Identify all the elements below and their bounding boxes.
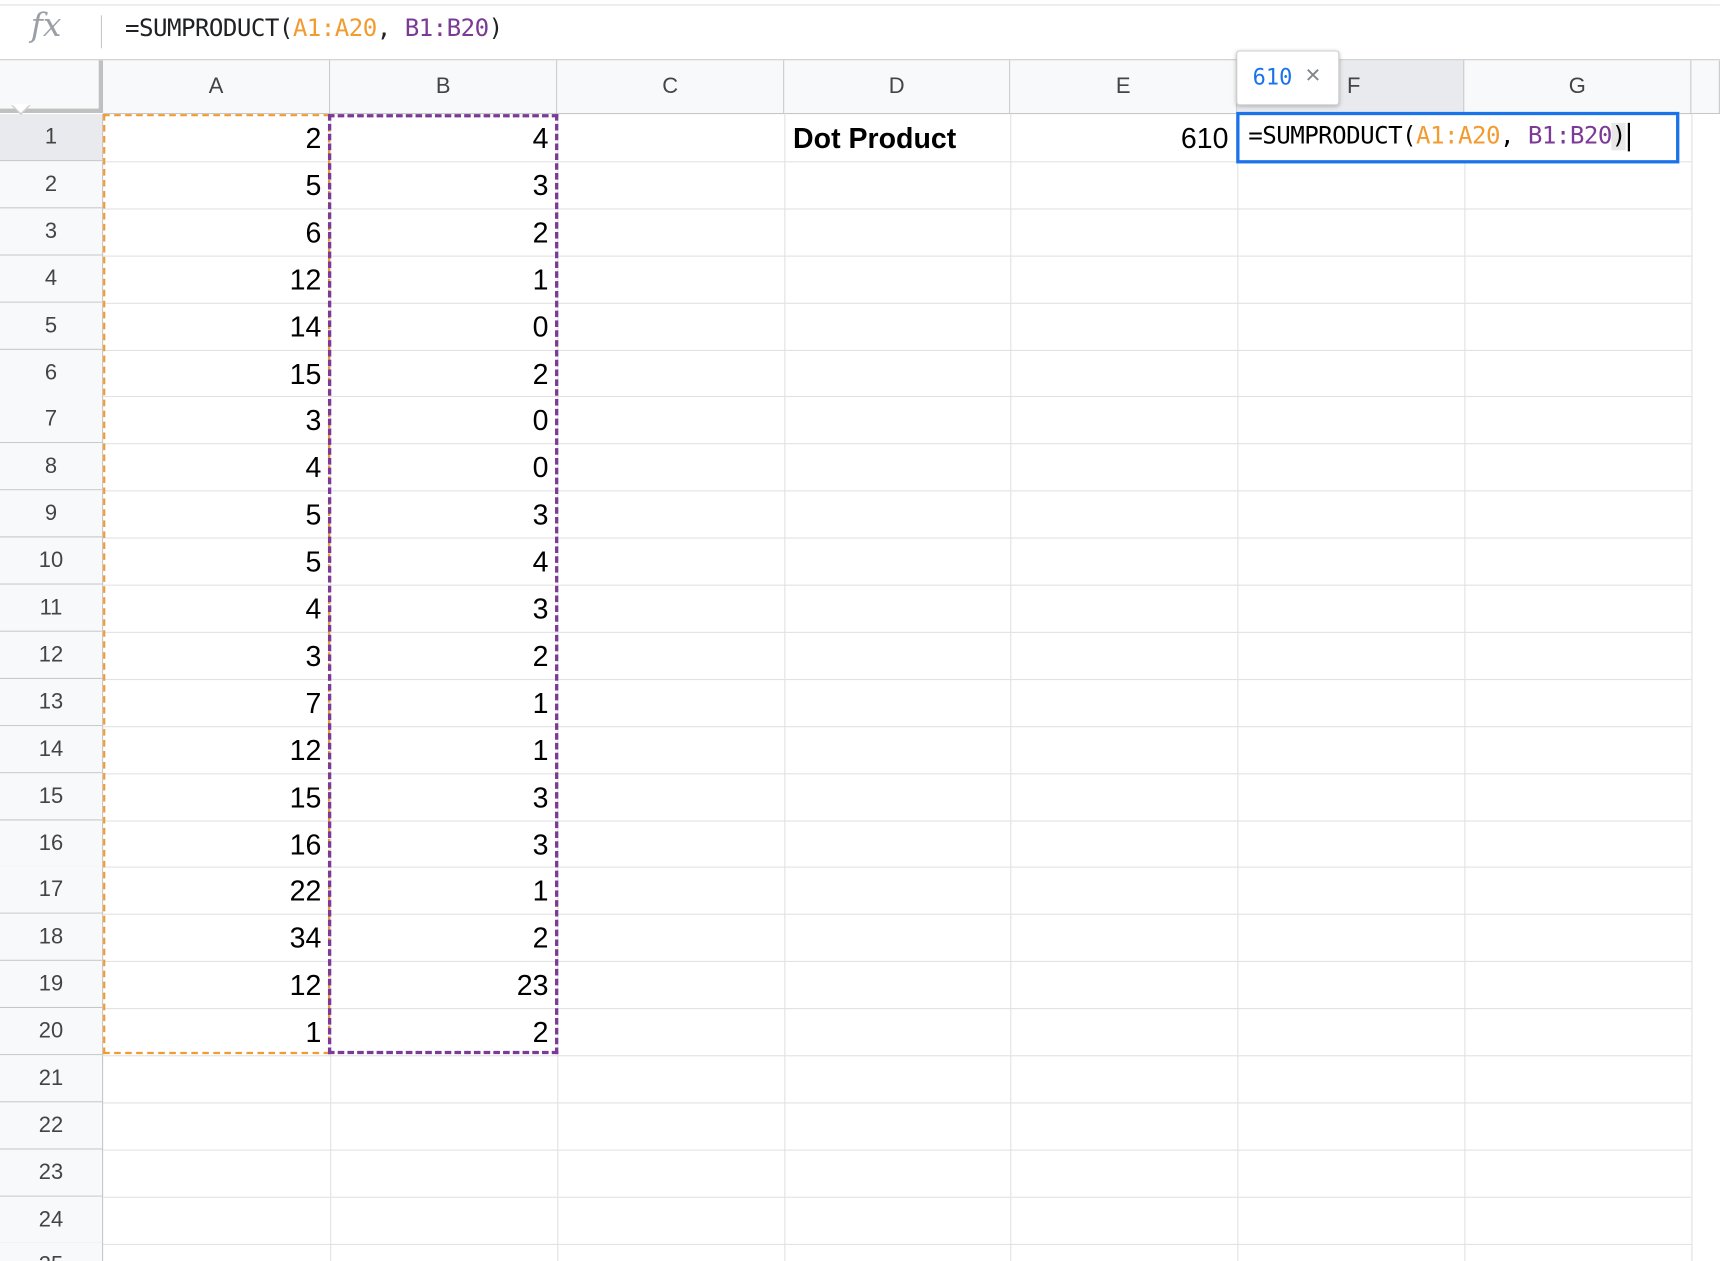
- formula-range-b: B1:B20: [404, 15, 489, 43]
- range-highlight-a: [103, 114, 331, 1055]
- row-header-15[interactable]: 15: [0, 772, 104, 821]
- gridline-vertical: [1464, 114, 1466, 1261]
- row-header-12[interactable]: 12: [0, 631, 104, 679]
- column-header-b[interactable]: B: [330, 60, 558, 115]
- row-header-8[interactable]: 8: [0, 443, 104, 491]
- column-header-d[interactable]: D: [784, 60, 1011, 115]
- row-header-6[interactable]: 6: [0, 349, 104, 397]
- gridline-vertical: [1010, 114, 1012, 1261]
- row-header-11[interactable]: 11: [0, 584, 104, 632]
- row-header-10[interactable]: 10: [0, 537, 104, 585]
- row-header-7[interactable]: 7: [0, 396, 104, 444]
- row-header-23[interactable]: 23: [0, 1149, 104, 1197]
- row-header-9[interactable]: 9: [0, 490, 104, 538]
- row-header-13[interactable]: 13: [0, 678, 104, 726]
- text-caret: [1627, 122, 1631, 152]
- cell-e1[interactable]: 610: [1010, 114, 1237, 161]
- row-header-4[interactable]: 4: [0, 255, 104, 303]
- vertical-scroll-area[interactable]: [1691, 114, 1720, 1261]
- cell-editor-text[interactable]: =SUMPRODUCT(A1:A20, B1:B20): [1248, 122, 1631, 152]
- formula-prefix: =SUMPRODUCT(: [125, 15, 293, 43]
- gridline-vertical: [784, 114, 786, 1261]
- spreadsheet-view: fx =SUMPRODUCT(A1:A20, B1:B20) ABCDEFG 1…: [0, 0, 1720, 1261]
- row-header-22[interactable]: 22: [0, 1102, 104, 1150]
- tooltip-pointer-fill: [12, 104, 30, 113]
- gridline-horizontal: [103, 1149, 1720, 1151]
- column-header-a[interactable]: A: [103, 60, 331, 115]
- row-header-1[interactable]: 1: [0, 114, 104, 162]
- row-header-2[interactable]: 2: [0, 161, 104, 209]
- toolbar-divider: [0, 4, 1720, 6]
- formula-bar: fx =SUMPRODUCT(A1:A20, B1:B20): [0, 0, 1720, 61]
- column-header-c[interactable]: C: [557, 60, 785, 115]
- gridline-horizontal: [103, 1196, 1720, 1198]
- formula-bar-separator: [100, 15, 103, 49]
- row-header-16[interactable]: 16: [0, 819, 104, 868]
- cell-editor-f1[interactable]: =SUMPRODUCT(A1:A20, B1:B20): [1236, 111, 1680, 164]
- formula-suffix: ): [488, 15, 504, 43]
- row-header-24[interactable]: 24: [0, 1196, 104, 1244]
- column-header-e[interactable]: E: [1010, 60, 1238, 115]
- formula-input[interactable]: =SUMPRODUCT(A1:A20, B1:B20): [125, 15, 503, 42]
- editor-range-b: B1:B20: [1527, 122, 1612, 151]
- cell-d1[interactable]: Dot Product: [784, 114, 1010, 161]
- row-header-25[interactable]: 25: [0, 1242, 104, 1261]
- gridline-horizontal: [103, 1102, 1720, 1104]
- fx-icon: fx: [30, 6, 62, 45]
- column-header-partial[interactable]: [1691, 60, 1720, 115]
- row-header-20[interactable]: 20: [0, 1008, 104, 1056]
- row-header-5[interactable]: 5: [0, 302, 104, 350]
- row-header-17[interactable]: 17: [0, 866, 104, 915]
- column-header-g[interactable]: G: [1464, 60, 1692, 115]
- editor-suffix: ): [1611, 122, 1626, 151]
- row-header-3[interactable]: 3: [0, 208, 104, 256]
- gridline-vertical: [1237, 114, 1239, 1261]
- editor-sep: ,: [1499, 122, 1528, 151]
- range-highlight-b: [327, 114, 559, 1055]
- formula-sep: ,: [376, 15, 405, 43]
- row-header-19[interactable]: 19: [0, 961, 104, 1009]
- editor-prefix: =SUMPRODUCT(: [1248, 122, 1417, 151]
- gridline-horizontal: [103, 1243, 1720, 1245]
- formula-range-a: A1:A20: [292, 15, 377, 43]
- editor-range-a: A1:A20: [1416, 122, 1500, 151]
- row-header-21[interactable]: 21: [0, 1055, 104, 1103]
- gridline-horizontal: [103, 1055, 1720, 1057]
- tooltip-value: 610: [1252, 63, 1293, 90]
- row-header-14[interactable]: 14: [0, 725, 104, 773]
- close-icon[interactable]: ×: [1305, 60, 1320, 91]
- row-header-18[interactable]: 18: [0, 914, 104, 962]
- formula-result-tooltip: 610 ×: [1236, 50, 1340, 106]
